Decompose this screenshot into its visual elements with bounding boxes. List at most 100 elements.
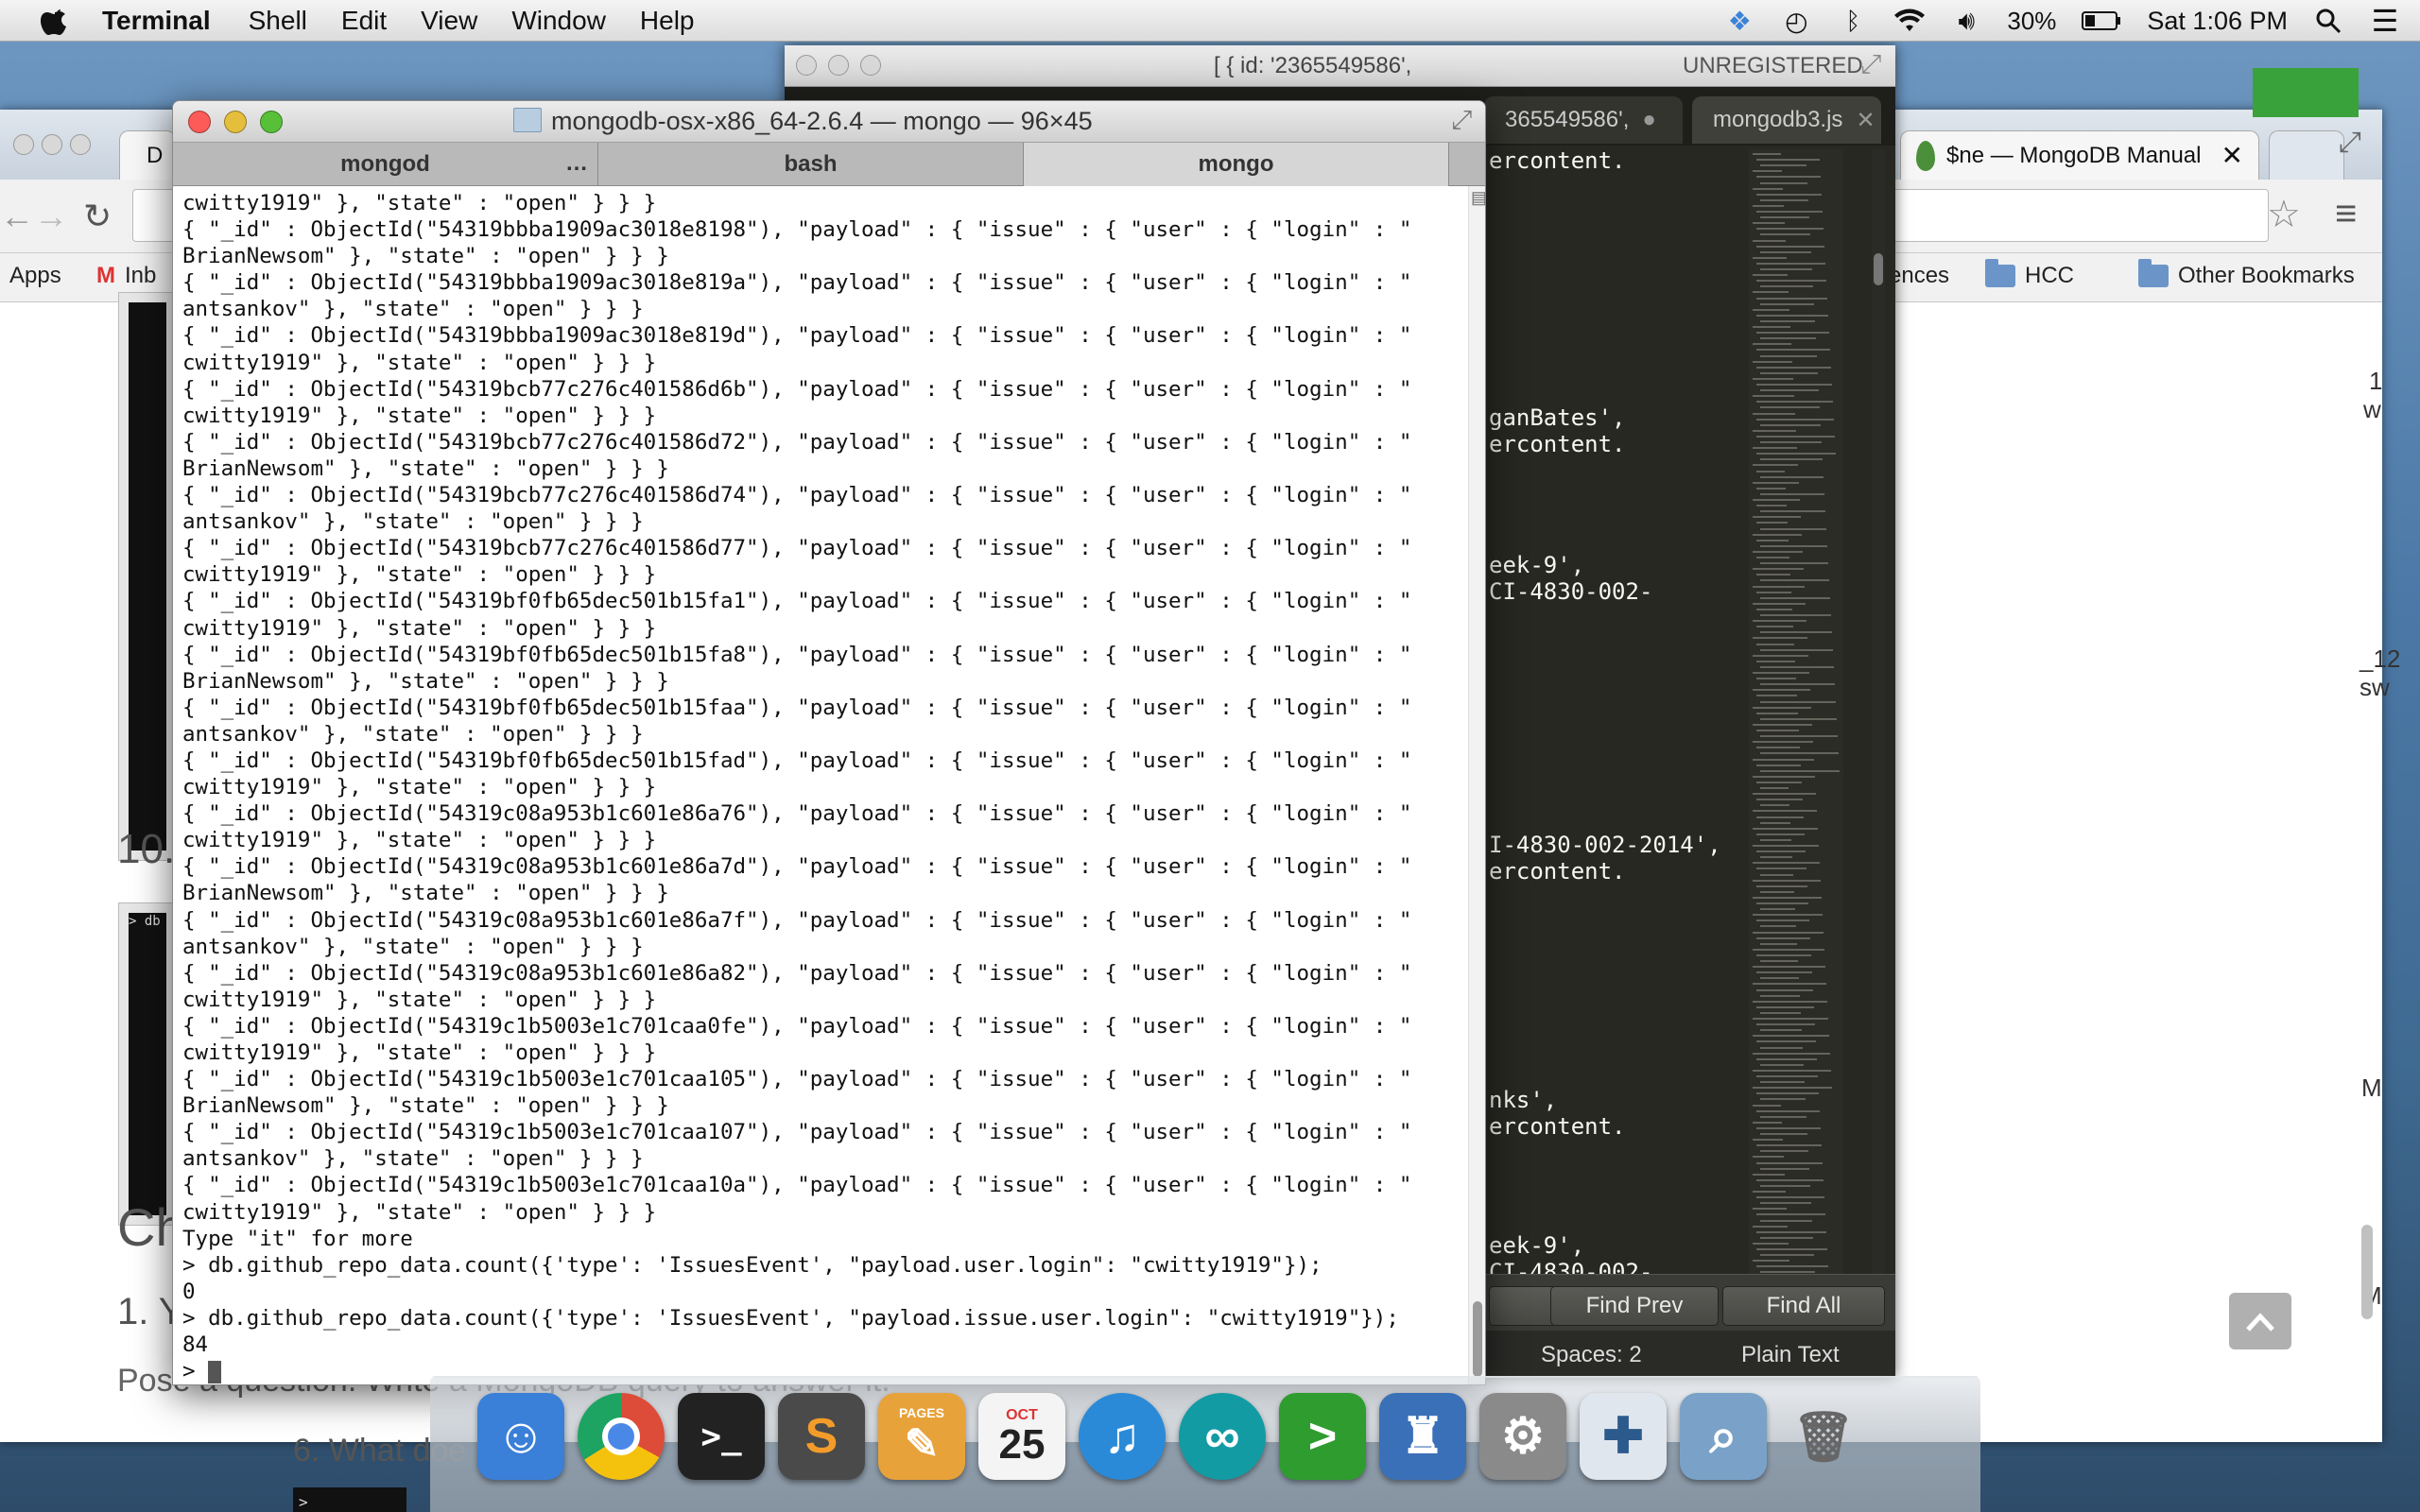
menu-view[interactable]: View [421, 6, 477, 36]
terminal-tab-bar: mongod … bash mongo [173, 143, 1485, 186]
pages-icon[interactable]: PAGES ✎ [878, 1393, 965, 1480]
sequel-pro-icon[interactable]: ♜ [1379, 1393, 1466, 1480]
chrome-tab-left[interactable]: D [119, 130, 176, 180]
clock[interactable]: Sat 1:06 PM [2147, 7, 2288, 36]
fullscreen-icon[interactable]: ⤢ [1860, 49, 1881, 80]
trash-icon[interactable]: 🗑 [1780, 1393, 1867, 1480]
terminal-zoom-button[interactable] [260, 111, 283, 133]
bookmark-inbox[interactable]: M Inb [96, 263, 156, 289]
indentation-status[interactable]: Spaces: 2 [1541, 1342, 1642, 1368]
minimap[interactable] [1749, 149, 1843, 1321]
minimap-line [1760, 371, 1818, 374]
chrome-zoom-button[interactable] [70, 134, 91, 155]
bluetooth-icon[interactable]: ᛒ [1837, 5, 1869, 37]
minimap-line [1760, 648, 1833, 651]
close-icon[interactable]: ✕ [1856, 107, 1875, 134]
terminal-minimize-button[interactable] [224, 111, 247, 133]
minimap-line [1760, 942, 1797, 945]
greenapp-icon[interactable]: > [1279, 1393, 1366, 1480]
menu-help[interactable]: Help [640, 6, 695, 36]
finder-icon[interactable]: ☺ [477, 1393, 564, 1480]
menu-edit[interactable]: Edit [341, 6, 387, 36]
spotlight-search-icon[interactable] [2312, 5, 2344, 37]
chrome-menu-icon[interactable]: ≡ [2335, 193, 2357, 235]
minimap-line [1756, 470, 1785, 472]
minimap-line [1760, 873, 1793, 876]
reload-icon[interactable]: ↻ [83, 197, 112, 236]
terminal-line: { "_id" : ObjectId("54319c08a953b1c601e8… [182, 907, 1412, 933]
minimap-line [1756, 1248, 1827, 1250]
bookmark-other[interactable]: Other Bookmarks [2138, 259, 2355, 289]
minimap-line [1756, 505, 1787, 507]
terminal-line: { "_id" : ObjectId("54319bbba1909ac3018e… [182, 217, 1412, 243]
sublime-close-button[interactable] [796, 55, 817, 76]
chrome-close-button[interactable] [13, 134, 34, 155]
sublime-icon[interactable]: S [778, 1393, 865, 1480]
bookmark-apps[interactable]: Apps [9, 263, 61, 289]
wifi-icon[interactable] [1893, 5, 1926, 37]
dropbox-icon[interactable]: ❖ [1723, 5, 1755, 37]
terminal-scrollbar[interactable]: ▤ [1468, 186, 1485, 1384]
system-prefs-icon[interactable]: ⚙ [1479, 1393, 1566, 1480]
minimap-line [1756, 764, 1801, 766]
time-machine-icon[interactable]: ◴ [1780, 5, 1812, 37]
terminal-tab-bash[interactable]: bash [598, 143, 1024, 186]
sublime-scrollbar[interactable] [1872, 149, 1885, 1321]
page-scrollbar[interactable] [2361, 1225, 2373, 1319]
menu-shell[interactable]: Shell [249, 6, 307, 36]
terminal-output[interactable]: cwitty1919" }, "state" : "open" } } } { "… [173, 186, 1468, 1384]
sublime-zoom-button[interactable] [860, 55, 881, 76]
sublime-tab-json[interactable]: 365549586', ● [1484, 96, 1683, 144]
notification-center-icon[interactable]: ☰ [2369, 4, 2401, 38]
star-icon[interactable]: ☆ [2267, 193, 2301, 236]
minimap-line [1753, 793, 1816, 796]
terminal-tab-mongod[interactable]: mongod … [173, 143, 598, 186]
find-prev-button[interactable]: Find Prev [1550, 1286, 1719, 1326]
itunes-icon[interactable]: ♫ [1079, 1393, 1166, 1480]
new-tab-button[interactable] [2269, 130, 2344, 180]
volume-icon[interactable]: 🔊︎ [1950, 5, 1982, 37]
terminal-close-button[interactable] [188, 111, 211, 133]
menu-window[interactable]: Window [511, 6, 606, 36]
menu-bar: Terminal Shell Edit View Window Help ❖ ◴… [0, 0, 2420, 42]
find-all-button[interactable]: Find All [1722, 1286, 1885, 1326]
fullscreen-icon[interactable]: ⤢ [1451, 105, 1472, 136]
minimap-line [1756, 850, 1806, 853]
scroll-thumb[interactable] [1473, 1301, 1482, 1377]
scroll-thumb[interactable] [1874, 253, 1883, 285]
bookmark-ences[interactable]: ences [1889, 263, 1949, 289]
code-line: I-4830-002-2014', [1489, 832, 1721, 858]
menu-app-terminal[interactable]: Terminal [102, 6, 211, 36]
terminal-line: antsankov" }, "state" : "open" } } } [182, 934, 644, 959]
fullscreen-icon[interactable]: ⤢ [2339, 127, 2361, 159]
chrome-tab-mongodb-manual[interactable]: $ne — MongoDB Manual ✕ [1900, 130, 2259, 180]
minimap-line [1760, 389, 1819, 392]
terminal-icon[interactable]: >_ [678, 1393, 765, 1480]
terminal-tab-mongo[interactable]: mongo [1024, 143, 1449, 186]
terminal-line: { "_id" : ObjectId("54319bbba1909ac3018e… [182, 323, 1412, 349]
arduino-icon[interactable]: ∞ [1179, 1393, 1266, 1480]
scroll-to-top-button[interactable] [2229, 1293, 2291, 1349]
battery-icon[interactable] [2081, 5, 2122, 37]
apple-menu-icon[interactable] [36, 2, 74, 40]
preview-icon[interactable]: ⌕ [1680, 1393, 1767, 1480]
tableau-icon[interactable]: ✚ [1580, 1393, 1667, 1480]
sublime-tab-mongodb3[interactable]: mongodb3.js ✕ [1692, 96, 1881, 144]
minimap-line [1753, 187, 1783, 190]
chrome-icon[interactable] [578, 1393, 665, 1480]
calendar-icon[interactable]: OCT 25 [978, 1393, 1065, 1480]
close-icon[interactable]: ✕ [2221, 140, 2243, 171]
forward-arrow-icon[interactable]: → [34, 197, 68, 236]
terminal-line: antsankov" }, "state" : "open" } } } [182, 721, 644, 747]
bookmark-hcc[interactable]: HCC [1985, 259, 2074, 289]
ences-label: ences [1889, 263, 1950, 288]
minimap-line [1756, 1109, 1820, 1112]
back-arrow-icon[interactable]: ← [0, 197, 34, 236]
split-pane-icon[interactable]: ▤ [1471, 188, 1485, 208]
minimap-line [1756, 781, 1802, 783]
sublime-minimize-button[interactable] [828, 55, 849, 76]
terminal-line: cwitty1919" }, "state" : "open" } } } [182, 987, 657, 1012]
folder-icon [1985, 259, 2015, 287]
chrome-minimize-button[interactable] [42, 134, 62, 155]
syntax-status[interactable]: Plain Text [1741, 1342, 1840, 1368]
